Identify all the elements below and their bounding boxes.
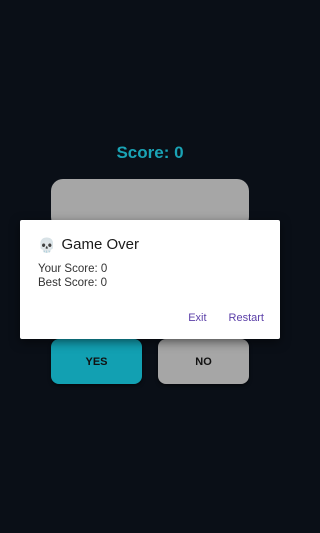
game-over-dialog: 💀 Game Over Your Score: 0 Best Score: 0 … bbox=[20, 220, 280, 339]
dialog-title-text: Game Over bbox=[61, 236, 139, 253]
exit-button[interactable]: Exit bbox=[188, 312, 206, 324]
restart-button[interactable]: Restart bbox=[229, 312, 264, 324]
dialog-title: 💀 Game Over bbox=[38, 236, 139, 253]
dialog-overlay: 💀 Game Over Your Score: 0 Best Score: 0 … bbox=[0, 0, 300, 533]
dialog-actions: Exit Restart bbox=[188, 312, 264, 324]
your-score-text: Your Score: 0 bbox=[38, 263, 108, 275]
game-screen: Score: 0 YES NO 💀 Game Over Your Score: … bbox=[0, 0, 300, 533]
best-score-text: Best Score: 0 bbox=[38, 277, 108, 289]
skull-icon: 💀 bbox=[38, 236, 56, 253]
